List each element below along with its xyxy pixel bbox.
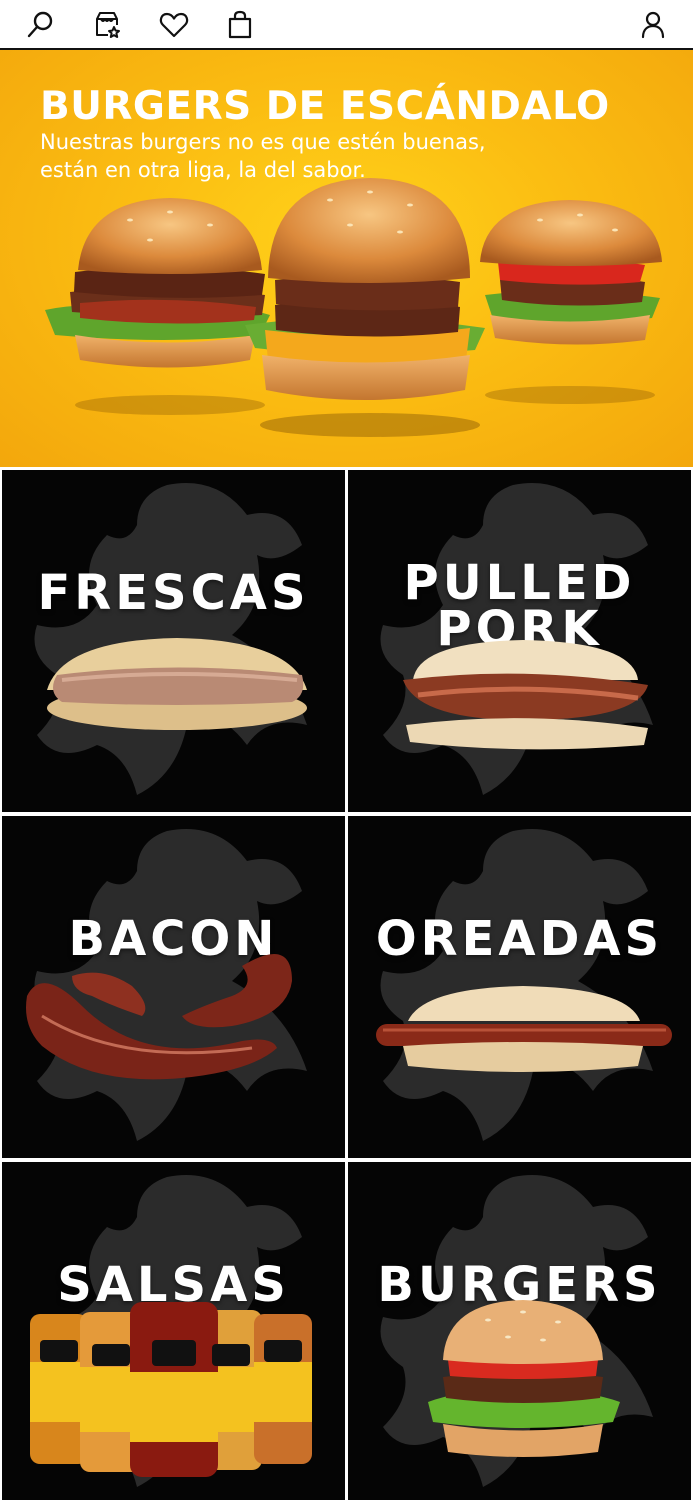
hero-title: BURGERS DE ESCÁNDALO — [40, 84, 610, 129]
sausage-bun-image — [47, 638, 307, 730]
hero-burgers-image — [45, 178, 662, 437]
search-icon[interactable] — [24, 9, 56, 41]
sauce-bottles-image — [30, 1302, 312, 1477]
pulled-pork-sandwich-image — [403, 640, 648, 750]
burger-image — [428, 1300, 620, 1457]
category-tile-burgers[interactable]: BURGERS — [348, 1162, 691, 1500]
bacon-strips-image — [26, 954, 292, 1080]
category-tile-bacon[interactable]: BACON — [2, 816, 345, 1158]
chorizo-bun-image — [376, 986, 672, 1072]
category-tile-pulled-pork[interactable]: PULLED PORK — [348, 470, 691, 812]
user-icon[interactable] — [637, 9, 669, 41]
heart-icon[interactable] — [158, 9, 190, 41]
bag-icon[interactable] — [224, 9, 256, 41]
category-grid: FRESCAS PULLED PORK BACON OREADAS SALSAS… — [0, 467, 693, 1500]
hero-subtitle-line1: Nuestras burgers no es que estén buenas, — [40, 130, 486, 154]
category-tile-frescas[interactable]: FRESCAS — [2, 470, 345, 812]
top-navigation-bar — [0, 0, 693, 50]
category-tile-salsas[interactable]: SALSAS — [2, 1162, 345, 1500]
hero-banner[interactable]: BURGERS DE ESCÁNDALO Nuestras burgers no… — [0, 50, 693, 467]
favorites-icon[interactable] — [91, 9, 123, 41]
category-tile-oreadas[interactable]: OREADAS — [348, 816, 691, 1158]
